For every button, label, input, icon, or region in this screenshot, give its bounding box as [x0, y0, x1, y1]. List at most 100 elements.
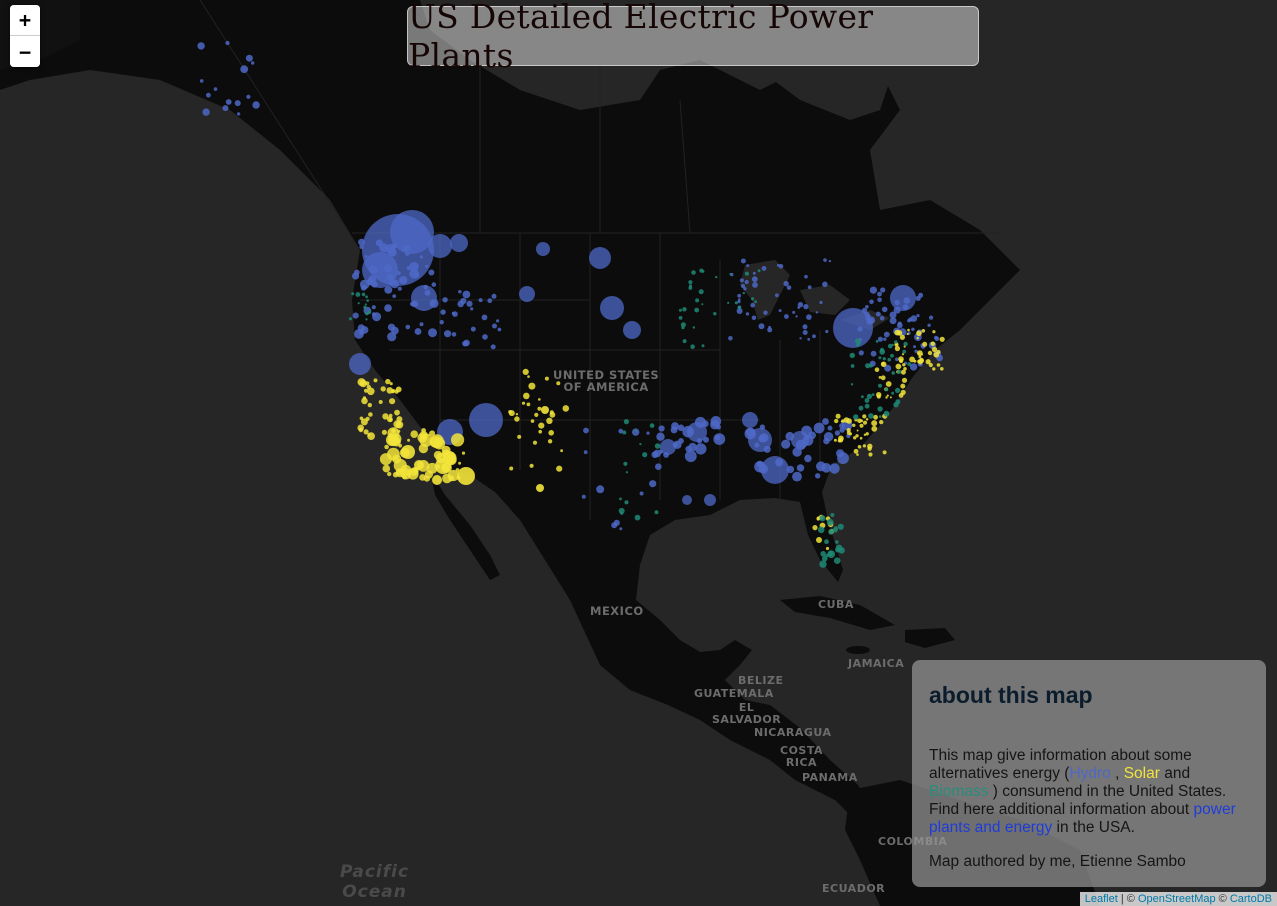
plant-marker[interactable]: [428, 269, 435, 276]
plant-marker[interactable]: [682, 495, 692, 505]
plant-marker[interactable]: [933, 352, 940, 358]
plant-marker[interactable]: [414, 328, 422, 335]
plant-marker[interactable]: [225, 99, 232, 105]
plant-marker[interactable]: [360, 418, 368, 426]
plant-marker[interactable]: [625, 471, 629, 474]
plant-marker[interactable]: [862, 444, 867, 448]
plant-marker[interactable]: [470, 326, 476, 332]
plant-marker[interactable]: [786, 285, 792, 290]
plant-marker[interactable]: [451, 311, 455, 315]
plant-marker[interactable]: [928, 362, 933, 368]
plant-marker[interactable]: [744, 279, 749, 285]
plant-marker[interactable]: [739, 278, 745, 283]
plant-marker[interactable]: [544, 376, 549, 381]
plant-marker[interactable]: [556, 465, 563, 472]
plant-marker[interactable]: [830, 513, 835, 517]
plant-marker[interactable]: [835, 540, 839, 544]
plant-marker[interactable]: [891, 371, 895, 375]
plant-marker[interactable]: [419, 431, 428, 440]
plant-marker[interactable]: [688, 280, 693, 285]
plant-marker[interactable]: [826, 518, 834, 526]
plant-marker[interactable]: [858, 405, 864, 411]
plant-marker[interactable]: [393, 458, 407, 473]
plant-marker[interactable]: [820, 551, 826, 557]
plant-marker[interactable]: [373, 378, 378, 383]
plant-marker[interactable]: [646, 431, 650, 435]
plant-marker[interactable]: [470, 307, 474, 311]
plant-marker[interactable]: [425, 264, 429, 268]
plant-marker[interactable]: [713, 433, 726, 445]
plant-marker[interactable]: [857, 326, 863, 332]
plant-marker[interactable]: [852, 423, 856, 427]
plant-marker[interactable]: [783, 280, 789, 287]
plant-marker[interactable]: [692, 326, 695, 329]
plant-marker[interactable]: [877, 336, 884, 342]
plant-marker[interactable]: [611, 522, 618, 529]
plant-marker[interactable]: [909, 356, 915, 363]
plant-marker[interactable]: [596, 485, 605, 494]
plant-marker[interactable]: [405, 324, 411, 330]
plant-marker[interactable]: [896, 322, 903, 329]
plant-marker[interactable]: [889, 317, 897, 325]
plant-marker[interactable]: [386, 274, 394, 282]
plant-marker[interactable]: [363, 305, 367, 309]
plant-marker[interactable]: [236, 112, 241, 116]
plant-marker[interactable]: [751, 276, 758, 283]
plant-marker[interactable]: [891, 391, 895, 395]
plant-marker[interactable]: [517, 434, 522, 439]
plant-marker[interactable]: [807, 337, 811, 341]
plant-marker[interactable]: [781, 439, 791, 449]
plant-marker[interactable]: [435, 458, 451, 474]
plant-marker[interactable]: [936, 363, 941, 367]
plant-marker[interactable]: [396, 271, 401, 275]
plant-marker[interactable]: [548, 430, 554, 436]
plant-marker[interactable]: [819, 515, 826, 522]
plant-marker[interactable]: [849, 432, 852, 436]
plant-marker[interactable]: [695, 443, 707, 455]
plant-marker[interactable]: [521, 401, 526, 405]
plant-marker[interactable]: [917, 359, 921, 363]
plant-marker[interactable]: [911, 327, 915, 331]
plant-marker[interactable]: [902, 349, 907, 354]
plant-marker[interactable]: [529, 463, 534, 468]
plant-marker[interactable]: [869, 299, 874, 305]
plant-marker[interactable]: [815, 311, 819, 314]
plant-marker[interactable]: [902, 363, 906, 367]
plant-marker[interactable]: [894, 340, 898, 344]
plant-marker[interactable]: [853, 448, 859, 454]
plant-marker[interactable]: [694, 307, 700, 313]
plant-marker[interactable]: [932, 367, 936, 371]
plant-marker[interactable]: [742, 412, 758, 428]
plant-marker[interactable]: [367, 387, 375, 396]
plant-marker[interactable]: [835, 413, 841, 419]
plant-marker[interactable]: [380, 386, 386, 392]
plant-marker[interactable]: [514, 416, 520, 422]
plant-marker[interactable]: [754, 461, 766, 473]
plant-marker[interactable]: [837, 523, 844, 530]
plant-marker[interactable]: [394, 409, 400, 416]
plant-marker[interactable]: [752, 282, 758, 288]
plant-marker[interactable]: [678, 316, 683, 320]
plant-marker[interactable]: [903, 297, 911, 304]
plant-marker[interactable]: [372, 312, 382, 322]
plant-marker[interactable]: [885, 381, 892, 387]
plant-marker[interactable]: [487, 298, 493, 304]
plant-marker[interactable]: [378, 400, 383, 404]
plant-marker[interactable]: [430, 434, 444, 449]
plant-marker[interactable]: [887, 357, 891, 362]
plant-marker[interactable]: [364, 255, 368, 258]
plant-marker[interactable]: [418, 443, 429, 454]
plant-marker[interactable]: [875, 311, 881, 317]
plant-marker[interactable]: [429, 299, 439, 308]
plant-marker[interactable]: [894, 345, 901, 352]
plant-marker[interactable]: [849, 352, 855, 359]
plant-marker[interactable]: [397, 429, 401, 433]
plant-marker[interactable]: [642, 452, 648, 458]
plant-marker[interactable]: [853, 414, 859, 420]
plant-marker[interactable]: [600, 296, 624, 320]
plant-marker[interactable]: [775, 293, 779, 298]
plant-marker[interactable]: [750, 302, 755, 308]
plant-marker[interactable]: [409, 269, 419, 279]
plant-marker[interactable]: [634, 429, 637, 432]
plant-marker[interactable]: [202, 108, 210, 116]
